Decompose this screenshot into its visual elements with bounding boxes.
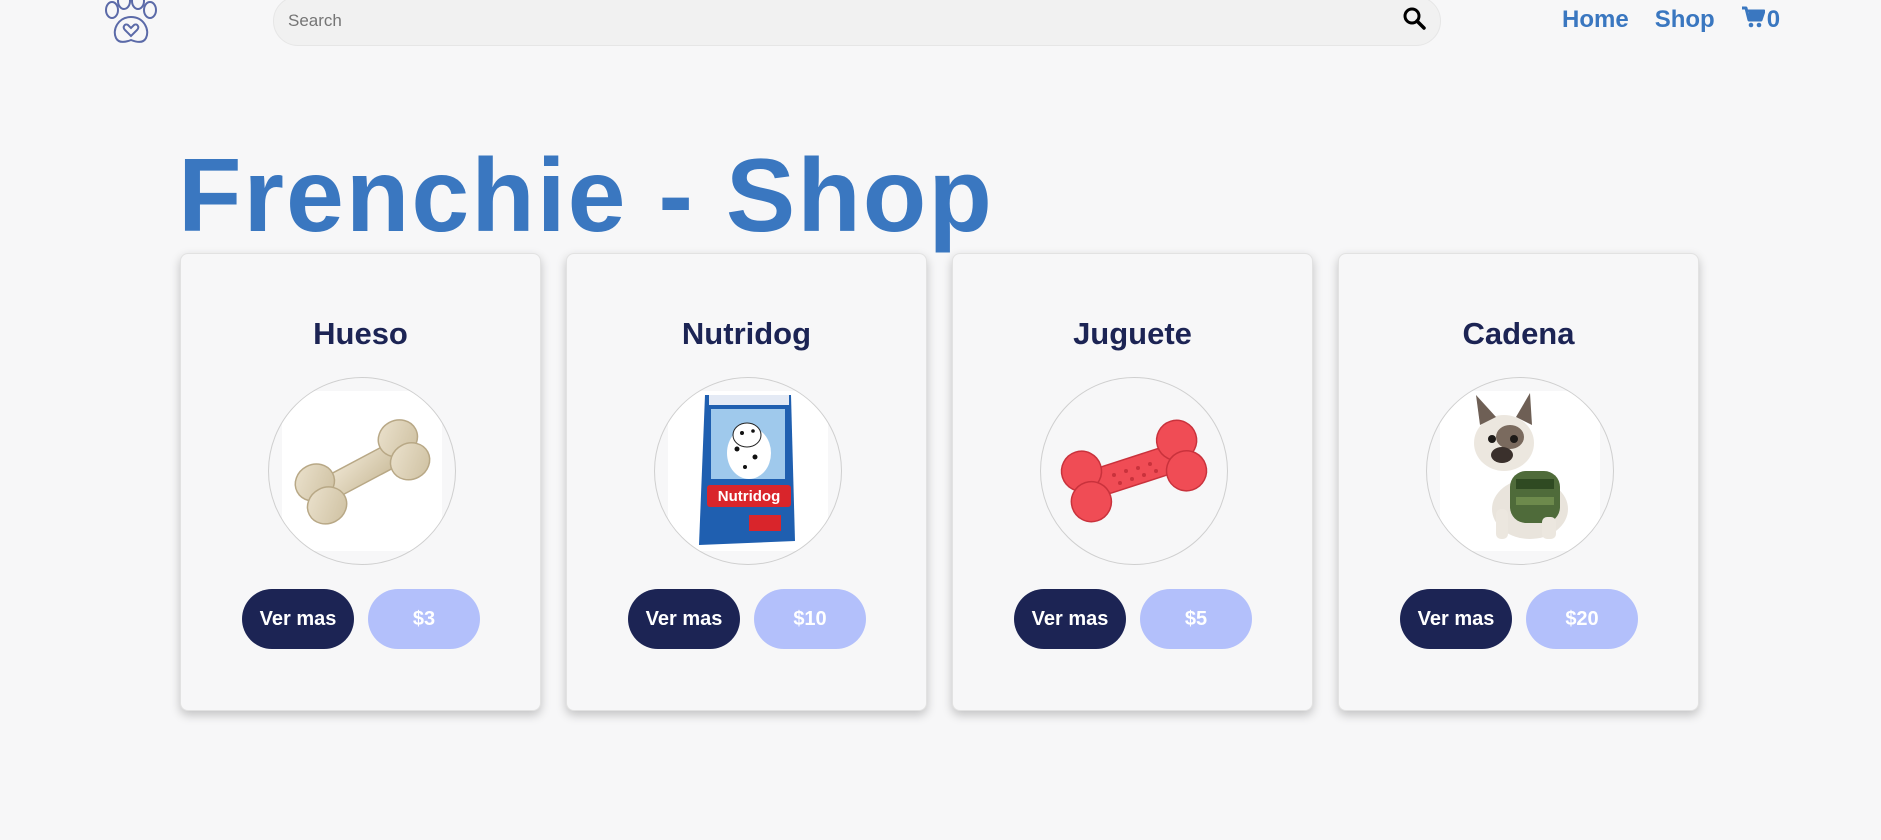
product-image-frame [1426, 377, 1614, 565]
svg-text:Nutridog: Nutridog [718, 488, 780, 505]
cart-count: 0 [1766, 6, 1781, 33]
dog-harness-image [1440, 391, 1600, 551]
bone-toy-image [1054, 391, 1214, 551]
price-button[interactable]: $20 [1526, 589, 1638, 649]
search-icon [1402, 7, 1426, 33]
ver-mas-button[interactable]: Ver mas [628, 589, 740, 649]
product-card: Juguete Ver mas $5 [952, 253, 1313, 711]
product-name: Cadena [1462, 316, 1575, 351]
ver-mas-button[interactable]: Ver mas [1400, 589, 1512, 649]
search-bar [273, 0, 1441, 46]
price-button[interactable]: $10 [754, 589, 866, 649]
product-card: Cadena Ver mas $20 [1338, 253, 1699, 711]
page-title: Frenchie - Shop [178, 138, 994, 254]
bone-image [282, 391, 442, 551]
product-name: Nutridog [681, 316, 812, 351]
product-card: Nutridog Nutridog Ver mas $10 [566, 253, 927, 711]
product-name: Juguete [1073, 316, 1192, 351]
dog-food-bag-image: Nutridog [668, 391, 828, 551]
card-actions: Ver mas $10 [628, 589, 866, 649]
price-button[interactable]: $5 [1140, 589, 1252, 649]
ver-mas-button[interactable]: Ver mas [242, 589, 354, 649]
product-image-frame: Nutridog [654, 377, 842, 565]
product-card: Hueso Ver mas $3 [180, 253, 541, 711]
product-image-frame [268, 377, 456, 565]
paw-logo-icon[interactable] [100, 0, 162, 48]
card-actions: Ver mas $3 [242, 589, 480, 649]
product-name: Hueso [313, 316, 408, 351]
search-input[interactable] [274, 0, 1440, 45]
nav-link-home[interactable]: Home [1562, 6, 1629, 34]
navbar: Home Shop 0 [0, 0, 1881, 50]
search-button[interactable] [1400, 5, 1428, 33]
price-button[interactable]: $3 [368, 589, 480, 649]
card-actions: Ver mas $20 [1400, 589, 1638, 649]
nav-links: Home Shop 0 [1562, 4, 1780, 36]
card-actions: Ver mas $5 [1014, 589, 1252, 649]
nav-link-shop[interactable]: Shop [1655, 6, 1715, 34]
product-image-frame [1040, 377, 1228, 565]
ver-mas-button[interactable]: Ver mas [1014, 589, 1126, 649]
cart-link[interactable]: 0 [1741, 6, 1780, 35]
cart-icon [1741, 6, 1766, 35]
